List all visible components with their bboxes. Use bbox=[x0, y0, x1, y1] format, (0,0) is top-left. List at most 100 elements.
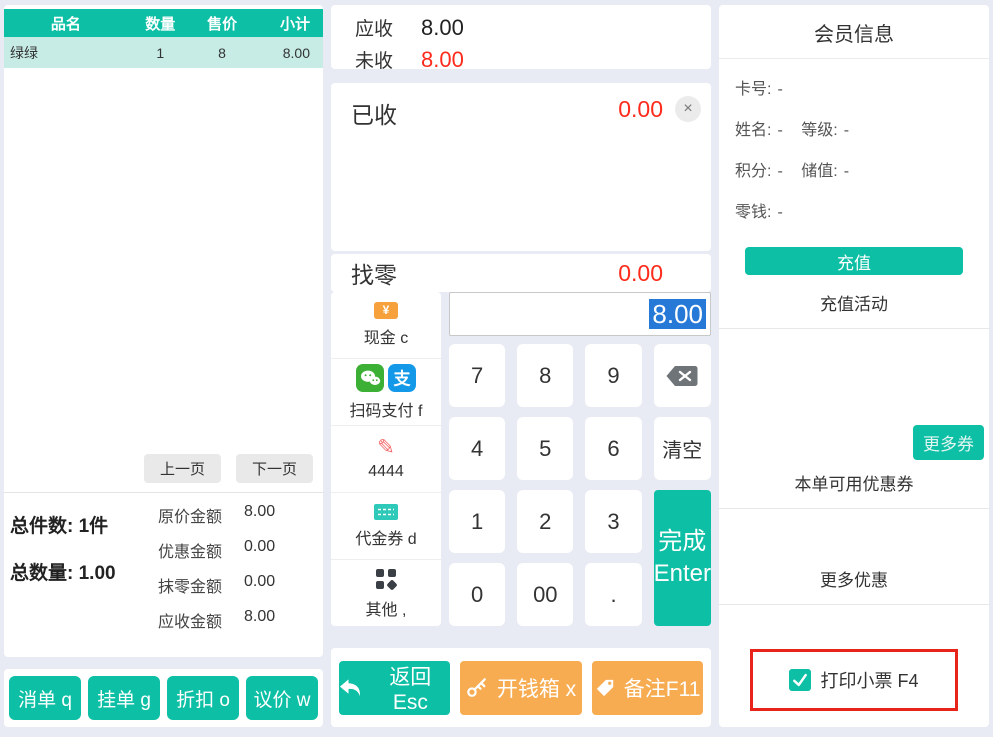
key-8[interactable]: 8 bbox=[517, 344, 573, 407]
enter-key[interactable]: 完成 Enter bbox=[654, 490, 711, 626]
payment-method-custom-4444[interactable]: ✎ 4444 bbox=[331, 426, 441, 493]
received-label: 已收 bbox=[351, 96, 397, 130]
level-label: 等级: bbox=[801, 122, 837, 139]
backspace-icon bbox=[666, 365, 698, 387]
field-pair: 储值:- bbox=[801, 163, 849, 180]
total-items: 总件数: 1件 bbox=[10, 511, 158, 538]
order-card: 品名 数量 售价 小计 绿绿 1 8 8.00 上一页 下一页 总件数: bbox=[4, 5, 323, 657]
payment-method-other[interactable]: 其他 , bbox=[331, 560, 441, 626]
change-value: 0.00 bbox=[618, 260, 663, 287]
totals-block: 总件数: 1件 总数量: 1.00 bbox=[10, 503, 158, 643]
payment-methods-list: ¥ 现金 c bbox=[331, 292, 441, 626]
print-receipt-checkbox[interactable] bbox=[789, 669, 811, 691]
back-button-label: 返回 Esc bbox=[371, 661, 450, 715]
col-header-subtotal: 小计 bbox=[251, 13, 323, 34]
payment-method-voucher[interactable]: 代金券 d bbox=[331, 493, 441, 560]
order-summary: 总件数: 1件 总数量: 1.00 原价金额 8.00 优惠金额 bbox=[4, 493, 323, 657]
payment-method-scan[interactable]: 支 扫码支付 f bbox=[331, 359, 441, 426]
note-button[interactable]: 备注F11 bbox=[592, 661, 703, 715]
member-info-title: 会员信息 bbox=[719, 5, 989, 59]
small-change-label: 零钱: bbox=[735, 204, 771, 221]
key-6[interactable]: 6 bbox=[585, 417, 641, 480]
amount-label: 优惠金额 bbox=[158, 538, 244, 562]
payment-method-cash[interactable]: ¥ 现金 c bbox=[331, 292, 441, 359]
field-pair: 零钱:- bbox=[735, 204, 783, 221]
key-0[interactable]: 0 bbox=[449, 563, 505, 626]
key-9[interactable]: 9 bbox=[585, 344, 641, 407]
stored-value-label: 储值: bbox=[801, 163, 837, 180]
close-icon[interactable]: × bbox=[675, 96, 701, 122]
reply-arrow-icon bbox=[339, 678, 362, 698]
recharge-activity-empty-area bbox=[719, 329, 989, 425]
checkmark-icon bbox=[791, 671, 809, 689]
key-icon bbox=[466, 677, 488, 699]
voucher-icon bbox=[374, 504, 398, 520]
discount-button[interactable]: 折扣 o bbox=[167, 676, 239, 720]
order-actions-bar: 消单 q 挂单 g 折扣 o 议价 w bbox=[4, 669, 323, 727]
amount-value: 0.00 bbox=[244, 538, 275, 562]
amount-label: 应收金额 bbox=[158, 608, 244, 632]
payment-method-label: 其他 , bbox=[366, 596, 407, 620]
cell-subtotal: 8.00 bbox=[251, 45, 323, 61]
amount-row-original: 原价金额 8.00 bbox=[158, 503, 317, 527]
total-items-value: 1件 bbox=[79, 516, 109, 537]
numeric-pad: 8.00 7 8 9 4 5 6 清空 bbox=[449, 292, 711, 626]
order-table-header: 品名 数量 售价 小计 bbox=[4, 9, 323, 37]
bargain-button[interactable]: 议价 w bbox=[246, 676, 318, 720]
svg-text:支: 支 bbox=[394, 368, 412, 388]
order-list-empty-area bbox=[4, 68, 323, 454]
order-panel: 品名 数量 售价 小计 绿绿 1 8 8.00 上一页 下一页 总件数: bbox=[4, 5, 323, 727]
member-card-number-row: 卡号:- bbox=[735, 75, 989, 99]
keypad-grid: 7 8 9 4 5 6 清空 1 2 bbox=[449, 344, 711, 626]
key-7[interactable]: 7 bbox=[449, 344, 505, 407]
open-cashbox-label: 开钱箱 x bbox=[497, 673, 576, 703]
amount-value: 0.00 bbox=[244, 573, 275, 597]
key-00[interactable]: 00 bbox=[517, 563, 573, 626]
due-label: 应收 bbox=[355, 14, 393, 41]
amount-input-selected-text: 8.00 bbox=[649, 299, 706, 329]
due-card: 应收 8.00 未收 8.00 bbox=[331, 5, 711, 69]
more-coupons-button[interactable]: 更多券 bbox=[913, 425, 984, 460]
key-3[interactable]: 3 bbox=[585, 490, 641, 553]
key-dot[interactable]: . bbox=[585, 563, 641, 626]
clear-order-button[interactable]: 消单 q bbox=[9, 676, 81, 720]
change-card: 找零 0.00 bbox=[331, 254, 711, 292]
amount-value: 8.00 bbox=[244, 503, 275, 527]
key-2[interactable]: 2 bbox=[517, 490, 573, 553]
tag-icon bbox=[595, 678, 615, 698]
key-1[interactable]: 1 bbox=[449, 490, 505, 553]
backspace-key[interactable] bbox=[654, 344, 711, 407]
col-header-price: 售价 bbox=[193, 13, 252, 34]
back-button[interactable]: 返回 Esc bbox=[339, 661, 450, 715]
name-label: 姓名: bbox=[735, 122, 771, 139]
clear-key[interactable]: 清空 bbox=[654, 417, 711, 480]
usable-coupons-label: 本单可用优惠券 bbox=[719, 470, 989, 495]
cell-product-name: 绿绿 bbox=[4, 43, 128, 63]
alipay-icon: 支 bbox=[388, 364, 416, 392]
coupons-empty-area bbox=[719, 509, 989, 551]
next-page-button[interactable]: 下一页 bbox=[236, 454, 313, 483]
payment-method-label: 4444 bbox=[368, 463, 404, 481]
key-5[interactable]: 5 bbox=[517, 417, 573, 480]
stored-value-value: - bbox=[844, 163, 849, 180]
hold-order-button[interactable]: 挂单 g bbox=[88, 676, 160, 720]
member-panel: 会员信息 卡号:- 姓名:- 等级:- 积分:- 储值:- 零钱:- 充值 充值… bbox=[719, 5, 989, 727]
key-4[interactable]: 4 bbox=[449, 417, 505, 480]
amount-input[interactable]: 8.00 bbox=[449, 292, 711, 336]
cash-icon: ¥ bbox=[374, 302, 398, 319]
enter-key-line1: 完成 bbox=[658, 526, 706, 558]
member-change-row: 零钱:- bbox=[735, 198, 989, 222]
amount-label: 抹零金额 bbox=[158, 573, 244, 597]
more-discounts-label: 更多优惠 bbox=[719, 566, 989, 591]
field-pair: 姓名:- bbox=[735, 122, 783, 139]
pos-checkout-app: 品名 数量 售价 小计 绿绿 1 8 8.00 上一页 下一页 总件数: bbox=[0, 0, 993, 732]
payment-area: ¥ 现金 c bbox=[331, 292, 711, 626]
open-cashbox-button[interactable]: 开钱箱 x bbox=[460, 661, 582, 715]
small-change-value: - bbox=[777, 204, 782, 221]
level-value: - bbox=[844, 122, 849, 139]
unpaid-label: 未收 bbox=[355, 46, 393, 73]
table-row[interactable]: 绿绿 1 8 8.00 bbox=[4, 37, 323, 68]
payment-method-label: 代金券 d bbox=[355, 525, 416, 549]
recharge-button[interactable]: 充值 bbox=[745, 247, 963, 275]
prev-page-button[interactable]: 上一页 bbox=[144, 454, 221, 483]
